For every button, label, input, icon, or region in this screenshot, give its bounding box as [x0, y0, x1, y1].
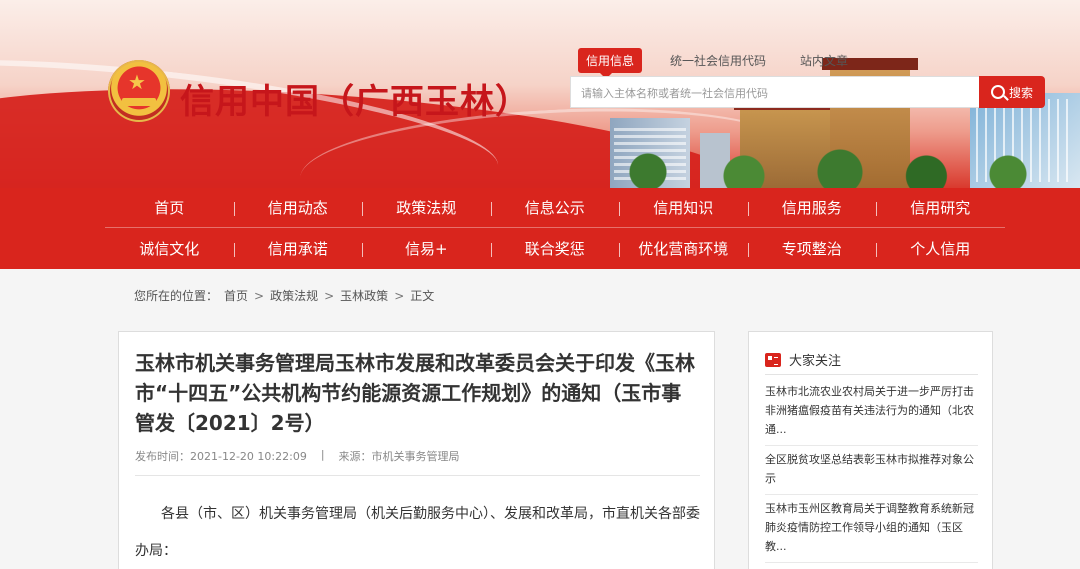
breadcrumb-yulin-policy[interactable]: 玉林政策 — [340, 287, 388, 304]
list-item[interactable]: 玉林市玉州区教育局关于调整教育系统新冠肺炎疫情防控工作领导小组的通知（玉区教..… — [765, 495, 978, 563]
list-item[interactable]: 全区脱贫攻坚总结表彰玉林市拟推荐对象公示 — [765, 446, 978, 495]
meta-divider: | — [320, 448, 325, 461]
tab-credit-code[interactable]: 统一社会信用代码 — [670, 52, 766, 69]
nav-item-personal-credit[interactable]: 个人信用 — [876, 229, 1005, 269]
nav-item-policy[interactable]: 政策法规 — [362, 188, 491, 227]
breadcrumb: 您所在的位置： 首页 > 政策法规 > 玉林政策 > 正文 — [134, 287, 434, 304]
search-button-label: 搜索 — [1008, 85, 1033, 100]
nav-item-credit-research[interactable]: 信用研究 — [876, 188, 1005, 227]
nav-item-info-disclosure[interactable]: 信息公示 — [490, 188, 620, 227]
popular-list: 玉林市北流农业农村局关于进一步严厉打击非洲猪瘟假疫苗有关违法行为的通知（北农通.… — [765, 378, 978, 563]
nav-item-business-environment[interactable]: 优化营商环境 — [619, 229, 748, 269]
nav-row-1: 首页 信用动态 政策法规 信息公示 信用知识 信用服务 信用研究 — [105, 188, 1005, 228]
nav-item-credit-commitment[interactable]: 信用承诺 — [233, 229, 363, 269]
nav-item-credit-news[interactable]: 信用动态 — [233, 188, 363, 227]
search-input[interactable]: 请输入主体名称或者统一社会信用代码 — [570, 76, 980, 108]
search-type-tabs: 信用信息 统一社会信用代码 站内文章 — [578, 48, 882, 79]
nav-item-credit-knowledge[interactable]: 信用知识 — [619, 188, 748, 227]
main-navigation: 首页 信用动态 政策法规 信息公示 信用知识 信用服务 信用研究 诚信文化 信用… — [0, 188, 1080, 269]
nav-item-xinyi-plus[interactable]: 信易+ — [362, 229, 491, 269]
article-source: 来源：市机关事务管理局 — [338, 450, 460, 463]
nav-row-2: 诚信文化 信用承诺 信易+ 联合奖惩 优化营商环境 专项整治 个人信用 — [105, 229, 1005, 269]
list-item[interactable]: 玉林市北流农业农村局关于进一步严厉打击非洲猪瘟假疫苗有关违法行为的通知（北农通.… — [765, 378, 978, 446]
article-panel: 玉林市机关事务管理局玉林市发展和改革委员会关于印发《玉林市“十四五”公共机构节约… — [118, 331, 715, 569]
breadcrumb-separator: > — [394, 288, 405, 303]
national-emblem-icon: ★ — [108, 60, 170, 122]
article-meta: 发布时间：2021-12-20 10:22:09 | 来源：市机关事务管理局 — [135, 448, 460, 464]
nav-item-special-rectification[interactable]: 专项整治 — [747, 229, 877, 269]
nav-item-credit-service[interactable]: 信用服务 — [747, 188, 877, 227]
sidebar-popular: 大家关注 玉林市北流农业农村局关于进一步严厉打击非洲猪瘟假疫苗有关违法行为的通知… — [748, 331, 993, 569]
trees-image — [600, 148, 1080, 188]
search-icon — [990, 85, 1005, 99]
publish-time: 发布时间：2021-12-20 10:22:09 — [135, 450, 307, 463]
divider-line — [765, 374, 978, 375]
sidebar-heading: 大家关注 — [765, 350, 841, 369]
site-header: ★ 信用中国（广西玉林） 信用信息 统一社会信用代码 站内文章 请输入主体名称或… — [0, 0, 1080, 188]
tab-site-articles[interactable]: 站内文章 — [800, 52, 848, 69]
article-title: 玉林市机关事务管理局玉林市发展和改革委员会关于印发《玉林市“十四五”公共机构节约… — [135, 351, 695, 435]
breadcrumb-policy[interactable]: 政策法规 — [270, 287, 318, 304]
nav-item-joint-rewards[interactable]: 联合奖惩 — [490, 229, 620, 269]
article-body: 各县（市、区）机关事务管理局（机关后勤服务中心）、发展和改革局，市直机关各部委办… — [135, 506, 700, 559]
nav-item-integrity-culture[interactable]: 诚信文化 — [105, 229, 234, 269]
breadcrumb-label: 您所在的位置： — [134, 289, 219, 303]
site-title[interactable]: 信用中国（广西玉林） — [180, 74, 530, 123]
breadcrumb-home[interactable]: 首页 — [224, 287, 248, 304]
sidebar-heading-label: 大家关注 — [789, 354, 842, 369]
news-icon — [765, 352, 781, 367]
nav-item-home[interactable]: 首页 — [105, 188, 234, 227]
breadcrumb-separator: > — [254, 288, 265, 303]
search-button[interactable]: 搜索 — [979, 76, 1045, 108]
breadcrumb-separator: > — [324, 288, 335, 303]
divider-line — [135, 475, 700, 476]
tab-credit-info[interactable]: 信用信息 — [578, 48, 643, 79]
breadcrumb-current: 正文 — [410, 289, 435, 303]
